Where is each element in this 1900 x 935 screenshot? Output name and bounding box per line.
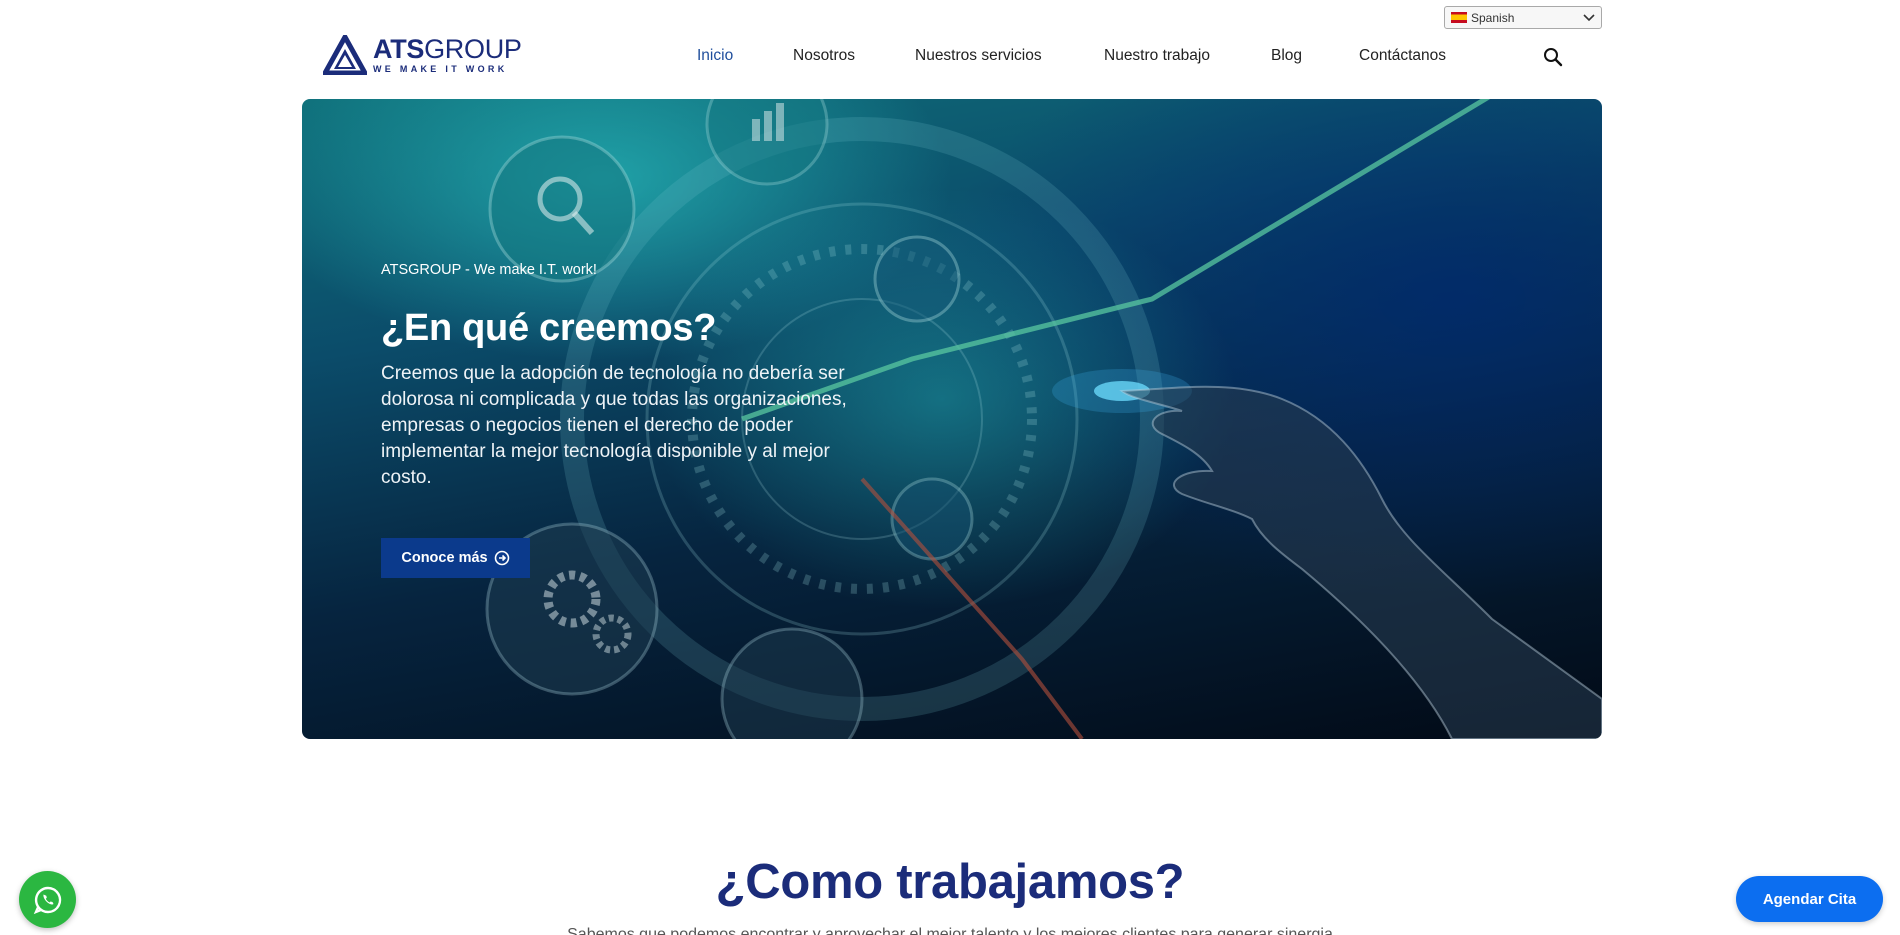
logo-triangle-icon bbox=[323, 35, 367, 75]
nav-item-contactanos[interactable]: Contáctanos bbox=[1359, 47, 1446, 65]
arrow-circle-right-icon bbox=[494, 550, 509, 566]
nav-item-inicio[interactable]: Inicio bbox=[697, 47, 733, 65]
logo[interactable]: ATSGROUP WE MAKE IT WORK bbox=[323, 34, 522, 76]
conoce-mas-button[interactable]: Conoce más bbox=[381, 538, 530, 578]
logo-tagline: WE MAKE IT WORK bbox=[373, 64, 508, 74]
nav-item-nuestro-trabajo[interactable]: Nuestro trabajo bbox=[1104, 47, 1210, 65]
conoce-mas-label: Conoce más bbox=[401, 550, 488, 566]
section-title: ¿Como trabajamos? bbox=[715, 855, 1185, 909]
nav-item-nosotros[interactable]: Nosotros bbox=[793, 47, 855, 65]
hero-kicker: ATSGROUP - We make I.T. work! bbox=[381, 262, 597, 278]
hero-banner: ATSGROUP - We make I.T. work! ¿En qué cr… bbox=[302, 99, 1602, 739]
language-select-value: Spanish bbox=[1471, 10, 1515, 25]
logo-wordmark: ATSGROUP bbox=[373, 34, 522, 64]
hero-description: Creemos que la adopción de tecnología no… bbox=[381, 363, 847, 488]
chevron-down-icon bbox=[1583, 13, 1595, 21]
language-select[interactable]: Spanish bbox=[1444, 6, 1602, 29]
whatsapp-button[interactable] bbox=[19, 871, 76, 928]
spain-flag-icon bbox=[1451, 12, 1467, 23]
agendar-cita-button[interactable]: Agendar Cita bbox=[1736, 876, 1883, 922]
whatsapp-icon bbox=[33, 886, 61, 914]
nav-item-nuestros-servicios[interactable]: Nuestros servicios bbox=[915, 47, 1042, 65]
hero-title: ¿En qué creemos? bbox=[381, 307, 717, 349]
search-icon[interactable] bbox=[1542, 46, 1564, 68]
nav-item-blog[interactable]: Blog bbox=[1271, 47, 1302, 65]
section-subtitle: Sabemos que podemos encontrar y aprovech… bbox=[567, 926, 1333, 935]
